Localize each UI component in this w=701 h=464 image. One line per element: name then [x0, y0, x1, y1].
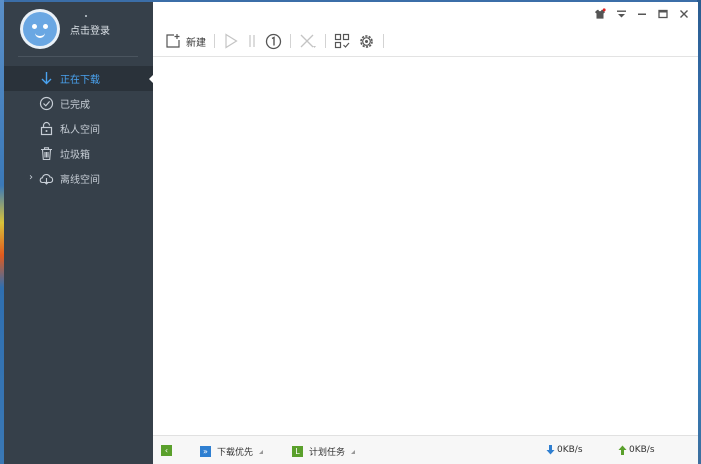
- toolbar-divider: [290, 34, 291, 48]
- delete-button[interactable]: [295, 30, 321, 52]
- new-task-button[interactable]: 新建: [161, 30, 210, 52]
- start-button[interactable]: [219, 30, 243, 52]
- toolbar-divider: [383, 34, 384, 48]
- download-arrow-icon: [41, 72, 52, 85]
- close-button[interactable]: [678, 7, 690, 21]
- clock-icon: L: [292, 446, 303, 457]
- chevron-left-icon: ‹: [161, 445, 172, 456]
- app-window: 点击登录 正在下载 已完成 私人空间 垃圾箱 › 离线空间 新建 ‹ » 下载优…: [4, 2, 698, 464]
- sidebar-item-completed[interactable]: 已完成: [4, 91, 153, 116]
- dropdown-caret-icon: [259, 449, 264, 454]
- dropdown-caret-icon: [351, 449, 356, 454]
- sidebar-divider: [18, 56, 138, 57]
- collapse-sidebar-button[interactable]: ‹: [161, 445, 172, 456]
- toolbar: 新建: [161, 30, 388, 52]
- main-panel: 新建 ‹ » 下载优先 L 计划任务 0KB/s 0KB/s: [153, 2, 698, 464]
- sidebar-item-label: 离线空间: [60, 175, 100, 186]
- maximize-icon: [658, 9, 668, 19]
- user-avatar[interactable]: [20, 9, 60, 49]
- qr-code-icon: [334, 33, 350, 49]
- minimize-icon: [638, 13, 646, 15]
- speed-limit-button[interactable]: [261, 30, 286, 52]
- pause-icon: [249, 35, 255, 47]
- shirt-notify-icon: [594, 8, 606, 19]
- close-icon: [680, 10, 688, 18]
- sidebar: 点击登录 正在下载 已完成 私人空间 垃圾箱 › 离线空间: [4, 2, 154, 464]
- sidebar-item-label: 正在下载: [60, 75, 100, 86]
- play-icon: [225, 33, 238, 49]
- menu-dropdown-icon: [616, 10, 626, 18]
- lock-icon: [40, 121, 53, 136]
- check-circle-icon: [39, 96, 54, 111]
- minimize-button[interactable]: [636, 7, 648, 21]
- new-task-label: 新建: [186, 37, 206, 49]
- pause-button[interactable]: [243, 30, 261, 52]
- chevron-right-icon[interactable]: ›: [29, 173, 33, 183]
- sidebar-item-private-space[interactable]: 私人空间: [4, 116, 153, 141]
- download-speed-value: 0KB/s: [557, 445, 583, 455]
- sidebar-item-trash[interactable]: 垃圾箱: [4, 141, 153, 166]
- new-file-icon: [166, 34, 180, 48]
- sidebar-nav: 正在下载 已完成 私人空间 垃圾箱 › 离线空间: [4, 66, 154, 191]
- sidebar-item-label: 私人空间: [60, 125, 100, 136]
- scheduled-task-toggle[interactable]: L 计划任务: [292, 445, 356, 458]
- maximize-button[interactable]: [657, 7, 669, 21]
- delete-x-icon: [300, 34, 316, 48]
- sidebar-item-label: 已完成: [60, 100, 90, 111]
- download-speed-indicator: 0KB/s: [546, 445, 583, 455]
- scheduled-task-label: 计划任务: [309, 448, 346, 458]
- speed-limit-icon: [265, 33, 282, 49]
- sidebar-item-offline-space[interactable]: › 离线空间: [4, 166, 153, 191]
- qr-code-button[interactable]: [330, 30, 354, 52]
- smiley-avatar-icon: [23, 12, 57, 46]
- download-list-area[interactable]: [153, 57, 698, 435]
- upload-speed-value: 0KB/s: [629, 445, 655, 455]
- sidebar-item-downloading[interactable]: 正在下载: [4, 66, 154, 91]
- login-status-dot: [85, 15, 87, 17]
- upload-speed-indicator: 0KB/s: [618, 445, 655, 455]
- upload-speed-icon: [618, 445, 627, 455]
- download-priority-toggle[interactable]: » 下载优先: [200, 445, 264, 458]
- gear-icon: [360, 34, 373, 48]
- skin-button[interactable]: [594, 7, 606, 21]
- status-bar: ‹ » 下载优先 L 计划任务 0KB/s 0KB/s: [153, 435, 698, 464]
- login-link[interactable]: 点击登录: [70, 22, 110, 37]
- settings-button[interactable]: [354, 30, 379, 52]
- download-priority-label: 下载优先: [217, 448, 254, 458]
- toolbar-divider: [214, 34, 215, 48]
- sidebar-item-label: 垃圾箱: [60, 150, 90, 161]
- toolbar-divider: [325, 34, 326, 48]
- double-chevron-down-icon: »: [200, 446, 211, 457]
- main-menu-button[interactable]: [615, 7, 627, 21]
- window-controls: [594, 7, 690, 21]
- download-speed-icon: [546, 445, 555, 455]
- trash-icon: [41, 147, 52, 161]
- cloud-offline-icon: [39, 174, 54, 185]
